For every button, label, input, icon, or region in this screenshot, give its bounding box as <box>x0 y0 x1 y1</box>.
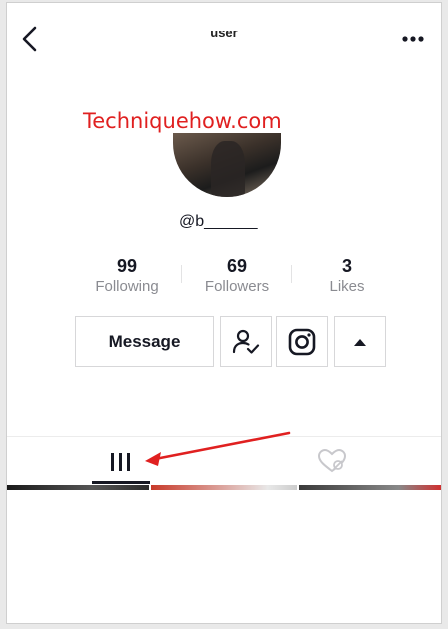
user-check-icon <box>232 329 260 354</box>
tab-liked[interactable] <box>224 439 441 485</box>
chevron-left-icon <box>22 26 37 52</box>
stat-following[interactable]: 99 Following <box>77 255 177 297</box>
tab-active-indicator <box>92 481 150 484</box>
top-bar: user <box>7 3 441 73</box>
stat-label: Following <box>95 278 159 295</box>
more-options-button[interactable] <box>399 27 429 51</box>
following-status-button[interactable] <box>220 316 272 367</box>
triangle-up-icon <box>354 338 366 346</box>
page-title: user <box>210 31 238 39</box>
stats-row: 99 Following 69 Followers 3 Likes <box>77 255 377 299</box>
stat-label: Likes <box>329 278 365 295</box>
avatar[interactable] <box>173 133 281 197</box>
heart-hidden-icon <box>317 448 347 473</box>
back-button[interactable] <box>15 23 45 55</box>
message-button[interactable]: Message <box>75 316 214 367</box>
stat-divider <box>291 265 292 283</box>
suggested-accounts-button[interactable] <box>334 316 386 367</box>
video-grid <box>7 485 441 490</box>
stat-value: 69 <box>226 256 248 276</box>
stat-divider <box>181 265 182 283</box>
video-thumbnail[interactable] <box>7 485 149 490</box>
tabs-divider <box>7 436 441 437</box>
instagram-icon <box>288 328 316 355</box>
stat-likes[interactable]: 3 Likes <box>297 255 397 297</box>
video-thumbnail[interactable] <box>151 485 297 490</box>
phone-screen: user Techniquehow.com @b______ 99 Follow… <box>6 2 442 624</box>
watermark-text: Techniquehow.com <box>83 109 282 133</box>
annotation-arrow <box>145 431 291 466</box>
tab-videos[interactable] <box>7 439 224 485</box>
more-horizontal-icon <box>402 36 424 42</box>
username: @b______ <box>179 213 258 230</box>
stat-value: 99 <box>116 256 138 276</box>
stat-value: 3 <box>341 256 352 276</box>
grid-bars-icon <box>111 453 130 471</box>
stat-label: Followers <box>204 278 270 295</box>
instagram-button[interactable] <box>276 316 328 367</box>
stat-followers[interactable]: 69 Followers <box>187 255 287 297</box>
video-thumbnail[interactable] <box>299 485 441 490</box>
